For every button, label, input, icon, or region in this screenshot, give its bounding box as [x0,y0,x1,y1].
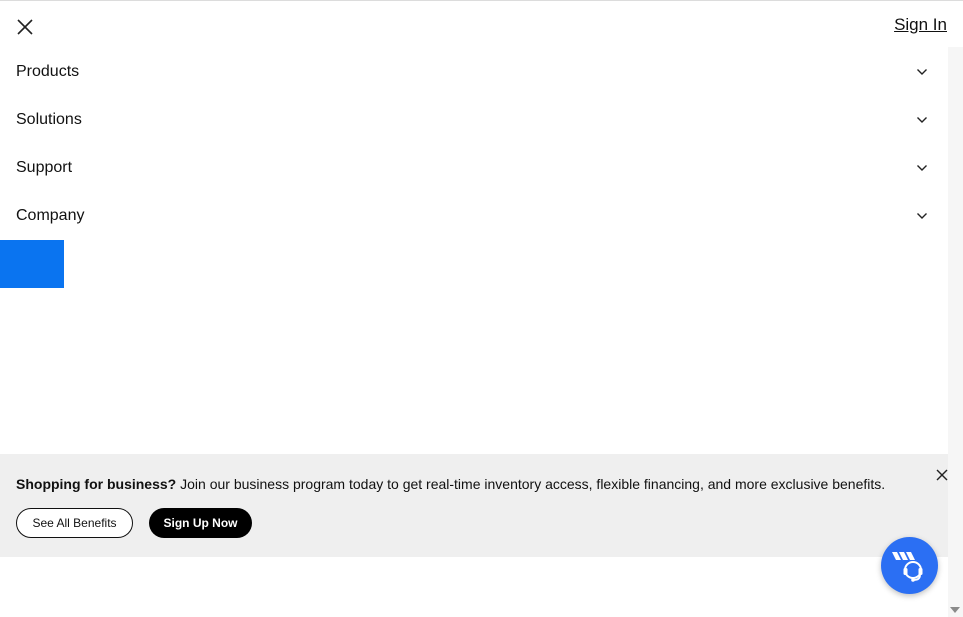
support-chat-icon [892,552,923,582]
nav-item-support[interactable]: Support [0,144,948,192]
accent-block [0,240,64,288]
nav-item-label: Products [16,63,80,80]
mobile-menu-page: Sign In Products Solutions Support Compa… [0,0,963,617]
close-icon[interactable] [935,468,949,482]
nav-item-company[interactable]: Company [0,192,948,240]
main-nav: Products Solutions Support Company [0,48,948,240]
sign-up-now-button[interactable]: Sign Up Now [149,508,252,538]
banner-headline: Shopping for business? [16,476,177,492]
close-icon[interactable] [14,16,36,38]
nav-item-label: Company [16,207,85,224]
support-chat-button[interactable] [881,537,938,594]
sign-in-link[interactable]: Sign In [894,15,947,35]
chevron-down-icon [917,213,927,219]
banner-message: Shopping for business? Join our business… [16,476,885,492]
chevron-down-icon [917,69,927,75]
banner-body: Join our business program today to get r… [176,476,886,492]
nav-item-products[interactable]: Products [0,48,948,96]
nav-item-solutions[interactable]: Solutions [0,96,948,144]
nav-item-label: Support [16,159,73,176]
business-promo-banner: Shopping for business? Join our business… [0,454,963,557]
chevron-down-icon [917,117,927,123]
scroll-down-arrow-icon[interactable] [950,607,960,613]
nav-item-label: Solutions [16,111,82,128]
chevron-down-icon [917,165,927,171]
see-all-benefits-button[interactable]: See All Benefits [16,508,133,538]
scrollbar[interactable] [948,47,963,617]
